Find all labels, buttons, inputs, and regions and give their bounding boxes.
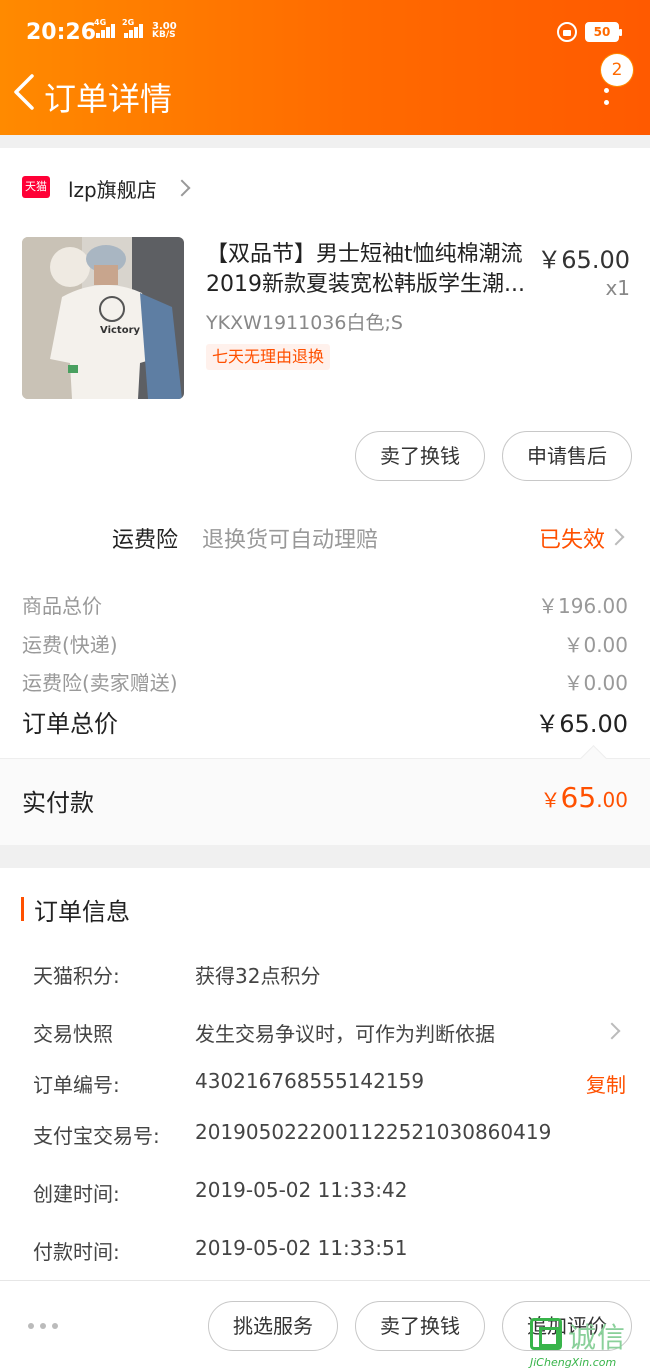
shipping-fee-value: ￥0.00 [563, 633, 628, 657]
product-image[interactable]: Victory [22, 237, 184, 399]
section-accent-bar [21, 897, 24, 921]
signal-4g-icon: 4G [94, 18, 116, 38]
order-number-label: 订单编号: [33, 1073, 120, 1097]
points-label: 天猫积分: [33, 964, 120, 988]
trade-snapshot-value: 发生交易争议时，可作为判断依据 [195, 1022, 495, 1046]
trade-snapshot-row[interactable]: 交易快照 发生交易争议时，可作为判断依据 [0, 1014, 650, 1050]
payment-integer: 65 [560, 781, 597, 814]
tmall-logo-icon: 天猫 [22, 176, 50, 198]
nav-bar: 订单详情 2 [0, 54, 650, 130]
notification-badge[interactable]: 2 [601, 54, 633, 86]
order-card: 天猫 lzp旗舰店 Victory 【双品节】男士短袖t恤纯棉潮流2019新款夏… [0, 148, 650, 845]
select-service-button[interactable]: 挑选服务 [208, 1301, 338, 1351]
shirt-print-text: Victory [100, 325, 141, 336]
paid-time-row: 付款时间: 2019-05-02 11:33:51 [0, 1232, 650, 1268]
goods-total-value: ￥196.00 [538, 594, 628, 618]
back-arrow-icon [14, 74, 34, 110]
more-dot-icon [604, 100, 609, 105]
goods-total-label: 商品总价 [22, 594, 102, 618]
shipping-insurance-row[interactable]: 运费险 退换货可自动理赔 已失效 [0, 514, 650, 558]
shipping-insurance-status: 已失效 [539, 528, 606, 553]
order-total-value: ￥65.00 [535, 710, 628, 738]
insurance-fee-label: 运费险(卖家赠送) [22, 671, 178, 695]
order-number-value: 430216768555142159 [195, 1069, 425, 1093]
battery-icon: 50 [585, 22, 622, 42]
shop-row[interactable]: 天猫 lzp旗舰店 [0, 166, 650, 210]
copy-order-number-button[interactable]: 复制 [586, 1069, 626, 1098]
more-dot-icon [604, 88, 609, 93]
return-policy-tag: 七天无理由退换 [206, 344, 331, 370]
shipping-fee-label: 运费(快递) [22, 633, 118, 657]
order-number-row: 订单编号: 430216768555142159 复制 [0, 1065, 650, 1101]
order-total-label: 订单总价 [22, 710, 118, 738]
header-bar: 20:26 4G 2G 3.00 KB/S 50 订单详情 2 [0, 0, 650, 135]
order-total-row: 订单总价 ￥65.00 [22, 704, 628, 744]
product-price: ￥65.00 [537, 246, 630, 274]
product-sku: YKXW1911036白色;S [206, 312, 403, 334]
page-title: 订单详情 [44, 80, 173, 118]
product-photo: Victory [22, 237, 184, 399]
insurance-fee-value: ￥0.00 [563, 671, 628, 695]
actual-payment-box: 实付款 ￥65.00 [0, 758, 650, 845]
status-time: 20:26 [26, 20, 97, 45]
alipay-number-row: 支付宝交易号: 2019050222001122521030860419 [0, 1116, 650, 1152]
points-value: 获得32点积分 [195, 964, 321, 988]
insurance-fee-row: 运费险(卖家赠送) ￥0.00 [22, 667, 628, 699]
network-speed: 3.00 KB/S [152, 22, 177, 40]
payment-decimal: .00 [596, 788, 628, 812]
bottom-action-bar: 挑选服务 卖了换钱 追加评价 [0, 1280, 650, 1372]
chevron-right-icon [607, 528, 625, 546]
order-info-title: 订单信息 [34, 898, 130, 926]
shipping-insurance-label: 运费险 [112, 528, 179, 553]
status-bar: 20:26 4G 2G 3.00 KB/S 50 [0, 0, 650, 68]
shipping-fee-row: 运费(快递) ￥0.00 [22, 629, 628, 661]
created-time-value: 2019-05-02 11:33:42 [195, 1178, 408, 1202]
more-dot-icon [28, 1323, 34, 1329]
alipay-number-value: 2019050222001122521030860419 [195, 1120, 552, 1144]
after-sale-button[interactable]: 申请售后 [502, 431, 632, 481]
more-dot-icon [40, 1323, 46, 1329]
created-time-row: 创建时间: 2019-05-02 11:33:42 [0, 1174, 650, 1210]
more-actions-button[interactable] [26, 1317, 66, 1337]
paid-time-value: 2019-05-02 11:33:51 [195, 1236, 408, 1260]
chevron-right-icon [173, 179, 191, 197]
actual-payment-label: 实付款 [22, 789, 94, 817]
shop-name: lzp旗舰店 [68, 178, 157, 202]
created-time-label: 创建时间: [33, 1182, 120, 1206]
rotation-lock-icon [557, 22, 577, 42]
shipping-insurance-description: 退换货可自动理赔 [202, 528, 379, 553]
paid-time-label: 付款时间: [33, 1240, 120, 1264]
sell-item-button[interactable]: 卖了换钱 [355, 431, 485, 481]
currency-symbol: ￥ [540, 788, 561, 812]
more-dot-icon [52, 1323, 58, 1329]
order-info-section: 订单信息 天猫积分: 获得32点积分 交易快照 发生交易争议时，可作为判断依据 … [0, 868, 650, 1280]
product-title[interactable]: 【双品节】男士短袖t恤纯棉潮流2019新款夏装宽松韩版学生潮... [206, 240, 536, 300]
sell-item-bottom-button[interactable]: 卖了换钱 [355, 1301, 485, 1351]
product-quantity: x1 [605, 276, 630, 300]
alipay-number-label: 支付宝交易号: [33, 1124, 160, 1148]
points-row: 天猫积分: 获得32点积分 [0, 956, 650, 992]
signal-2g-icon: 2G [122, 18, 144, 38]
more-menu-button[interactable] [596, 88, 616, 140]
chevron-right-icon [603, 1022, 621, 1040]
actual-payment-amount: ￥65.00 [541, 781, 628, 814]
back-button[interactable] [8, 70, 42, 114]
add-review-button[interactable]: 追加评价 [502, 1301, 632, 1351]
network-speed-unit: KB/S [152, 30, 176, 40]
goods-total-row: 商品总价 ￥196.00 [22, 590, 628, 622]
trade-snapshot-label: 交易快照 [33, 1022, 113, 1046]
